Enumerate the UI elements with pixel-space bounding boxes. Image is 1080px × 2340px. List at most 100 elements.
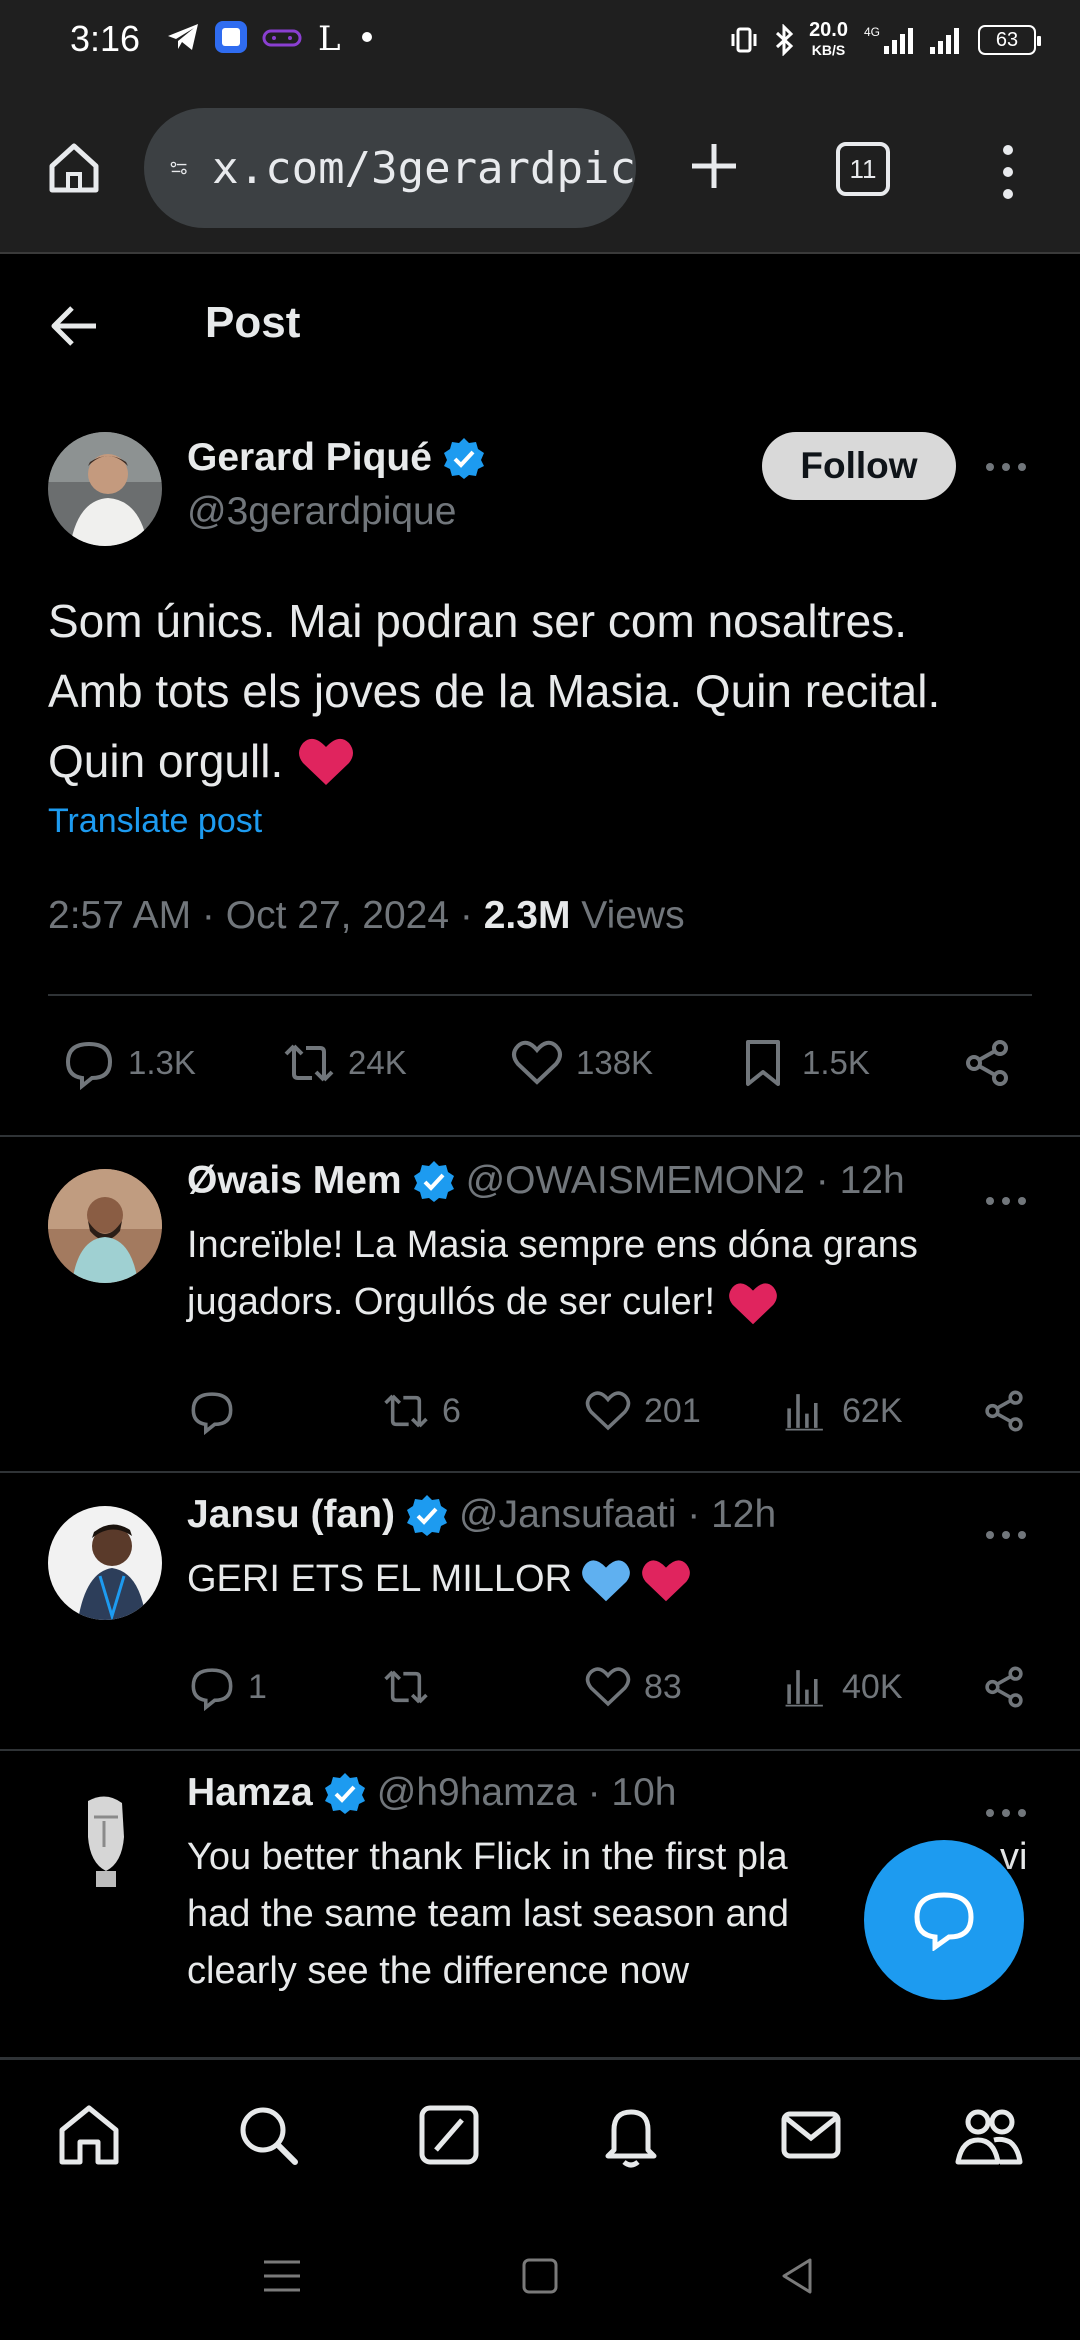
more-options-icon[interactable] [984, 1194, 1028, 1208]
author-handle[interactable]: @3gerardpique [187, 490, 456, 534]
blue-heart-icon [582, 1559, 630, 1601]
telegram-icon [168, 24, 198, 50]
like-icon [512, 1040, 562, 1085]
browser-menu-icon[interactable] [996, 142, 1020, 202]
like-button[interactable]: 138K [510, 1036, 653, 1090]
tab-switcher-button[interactable]: 11 [836, 142, 890, 196]
url-text: x.com/3gerardpic [212, 142, 636, 194]
avatar[interactable] [48, 1169, 162, 1283]
red-heart-icon [299, 738, 354, 785]
views-button[interactable]: 40K [782, 1663, 903, 1711]
new-tab-icon[interactable] [684, 136, 744, 196]
status-bar: 3:16 L 20.0 KB/S 4G 63 [0, 0, 1080, 84]
reply-author-handle[interactable]: @Jansufaati · 12h [459, 1493, 776, 1537]
back-arrow-icon[interactable] [50, 304, 100, 348]
repost-icon [384, 1394, 428, 1428]
bookmark-icon [746, 1040, 780, 1086]
share-icon [985, 1390, 1023, 1432]
like-icon [585, 1391, 631, 1431]
system-home-icon[interactable] [518, 2254, 562, 2298]
share-button[interactable] [980, 1387, 1028, 1435]
svg-text:L: L [318, 20, 341, 54]
home-icon[interactable] [44, 138, 104, 198]
recent-apps-icon[interactable] [260, 2254, 304, 2298]
avatar[interactable] [48, 1787, 162, 1901]
translate-link[interactable]: Translate post [48, 802, 262, 841]
repost-button[interactable]: 6 [382, 1387, 461, 1435]
verified-badge-icon [407, 1495, 448, 1536]
gaming-icon [262, 29, 302, 47]
red-heart-icon [729, 1282, 777, 1324]
avatar[interactable] [48, 1506, 162, 1620]
notification-icons: L [166, 20, 374, 54]
reply-author-name[interactable]: Hamza [187, 1771, 313, 1815]
views-icon [785, 1394, 823, 1431]
page-title: Post [205, 298, 301, 347]
post-actions: 1.3K 24K 138K 1.5K [0, 1036, 1080, 1096]
reply-button[interactable]: 1.3K [62, 1036, 196, 1090]
reply-button[interactable] [188, 1387, 248, 1435]
reply-author-name[interactable]: Jansu (fan) [187, 1493, 395, 1537]
post-text: Som únics. Mai podran ser com nosaltres.… [48, 586, 1038, 796]
reply-item[interactable]: Jansu (fan) @Jansufaati · 12h GERI ETS E… [0, 1473, 1080, 1749]
post-header: Post [0, 256, 1080, 396]
avatar[interactable] [48, 432, 162, 546]
notifications-icon[interactable] [596, 2100, 666, 2170]
share-icon [985, 1666, 1023, 1708]
reply-item[interactable]: Øwais Mem @OWAISMEMON2 · 12h Increïble! … [0, 1137, 1080, 1471]
author-name[interactable]: Gerard Piqué [187, 436, 432, 480]
l-app-icon: L [318, 20, 341, 54]
reply-author-handle[interactable]: @h9hamza · 10h [377, 1771, 677, 1815]
reply-icon [191, 1668, 233, 1711]
reply-author-name[interactable]: Øwais Mem [187, 1159, 402, 1203]
views-icon [785, 1670, 823, 1707]
messages-icon[interactable] [776, 2100, 846, 2170]
verified-badge-icon [443, 438, 484, 479]
reply-text: GERI ETS EL MILLOR [187, 1551, 1047, 1608]
svg-text:4G: 4G [864, 25, 880, 39]
post-meta: 2:57 AM · Oct 27, 2024 · 2.3M Views [48, 894, 685, 937]
system-back-icon[interactable] [776, 2254, 820, 2298]
reply-icon [191, 1392, 233, 1435]
home-icon[interactable] [54, 2100, 124, 2170]
bluetooth-icon [776, 24, 794, 56]
repost-icon [384, 1670, 428, 1704]
like-button[interactable]: 201 [584, 1387, 701, 1435]
communities-icon[interactable] [954, 2100, 1024, 2170]
network-speed: 20.0 KB/S [809, 19, 848, 58]
post-text-line: Quin orgull. [48, 726, 1038, 796]
more-options-icon[interactable] [984, 1806, 1028, 1820]
compose-reply-button[interactable] [864, 1840, 1024, 2000]
repost-button[interactable]: 24K [282, 1036, 407, 1090]
search-icon[interactable] [233, 2100, 303, 2170]
divider [48, 994, 1032, 996]
verified-badge-icon [413, 1161, 454, 1202]
app-icon [215, 21, 247, 53]
share-button[interactable] [980, 1663, 1028, 1711]
dot-icon [362, 32, 372, 42]
reply-author-handle[interactable]: @OWAISMEMON2 · 12h [466, 1159, 905, 1203]
signal-4g-icon: 4G [864, 25, 913, 54]
site-settings-icon[interactable] [170, 151, 188, 185]
more-options-icon[interactable] [984, 460, 1028, 474]
bottom-navigation [0, 2058, 1080, 2208]
like-button[interactable]: 83 [584, 1663, 682, 1711]
red-heart-icon [642, 1559, 690, 1601]
vibrate-icon [731, 27, 757, 53]
browser-toolbar: x.com/3gerardpic 11 [0, 84, 1080, 254]
follow-button[interactable]: Follow [762, 432, 956, 500]
more-options-icon[interactable] [984, 1528, 1028, 1542]
reply-button[interactable]: 1 [188, 1663, 267, 1711]
address-bar[interactable]: x.com/3gerardpic [144, 108, 636, 228]
repost-button[interactable] [382, 1663, 442, 1711]
share-button[interactable] [960, 1036, 1014, 1090]
author-name-row: Gerard Piqué [187, 436, 486, 480]
signal-icon [930, 28, 959, 54]
reply-author-row: Øwais Mem @OWAISMEMON2 · 12h [187, 1159, 905, 1203]
reply-bubble-icon [914, 1892, 974, 1951]
views-button[interactable]: 62K [782, 1387, 903, 1435]
battery-indicator: 63 [978, 25, 1041, 55]
grok-icon[interactable] [414, 2100, 484, 2170]
bookmark-button[interactable]: 1.5K [736, 1036, 870, 1090]
reply-author-row: Jansu (fan) @Jansufaati · 12h [187, 1493, 776, 1537]
